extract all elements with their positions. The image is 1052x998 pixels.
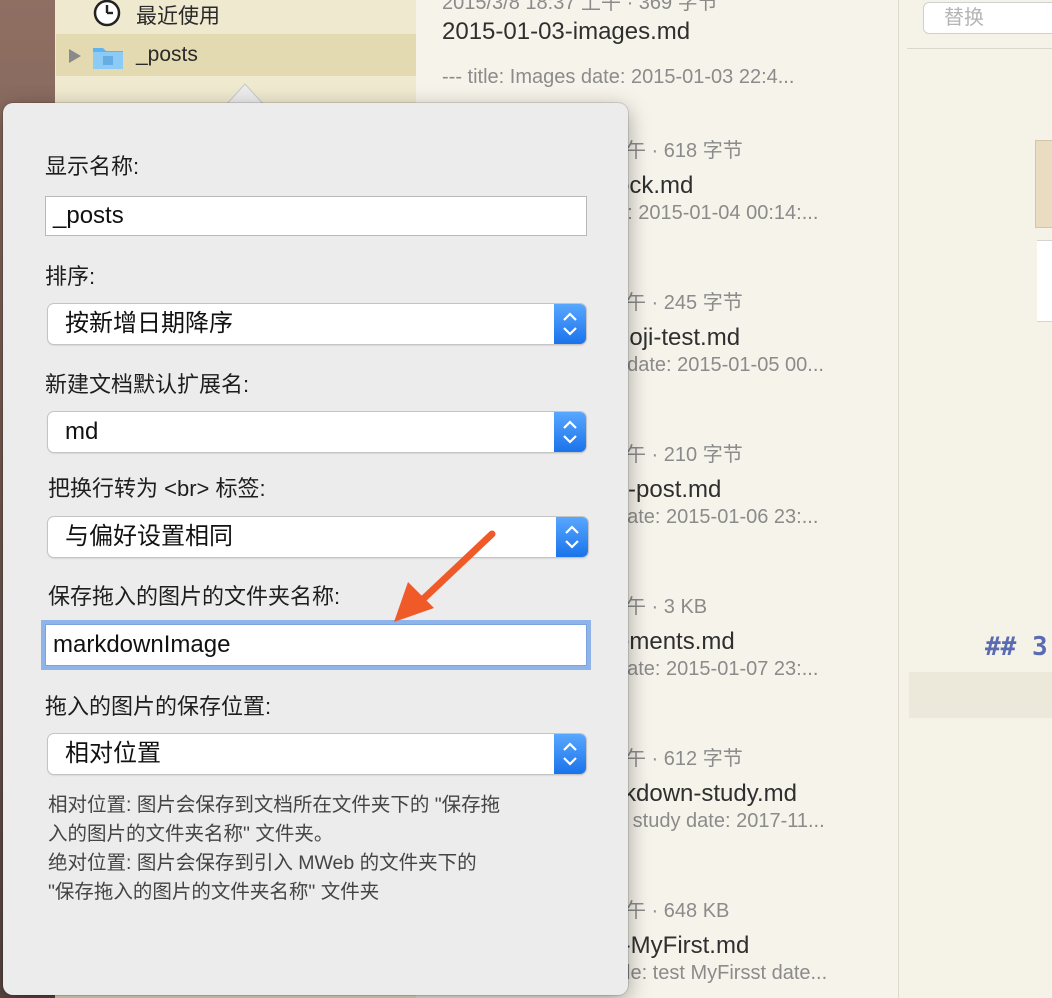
- file-item[interactable]: 午 · 612 字节 rkdown-study.md n study date:…: [616, 742, 898, 842]
- br-value: 与偏好设置相同: [65, 523, 233, 550]
- image-folder-label: 保存拖入的图片的文件夹名称:: [48, 584, 341, 609]
- file-title: k-post.md: [616, 476, 722, 503]
- stepper-icon: [554, 412, 586, 452]
- stepper-icon: [554, 304, 586, 344]
- file-meta: 2015/3/8 18:37 上午 · 369 字节: [442, 0, 718, 14]
- extension-label: 新建文档默认扩展名:: [45, 372, 250, 397]
- sidebar-item-label: _posts: [136, 43, 198, 66]
- display-name-label: 显示名称:: [45, 154, 140, 179]
- file-title: ements.md: [616, 628, 735, 655]
- file-item[interactable]: 午 · 3 KB ements.md date: 2015-01-07 23:.…: [616, 590, 898, 690]
- image-location-label: 拖入的图片的保存位置:: [45, 694, 272, 719]
- file-title: noji-test.md: [616, 324, 741, 351]
- stepper-icon: [554, 734, 586, 774]
- editor-table-fragment: [1037, 240, 1052, 322]
- help-line: 绝对位置: 图片会保存到引入 MWeb 的文件夹下的: [48, 852, 477, 874]
- folder-settings-popover: 显示名称: _posts 排序: 按新增日期降序 新建文档默认扩展名: md 把…: [3, 103, 628, 995]
- image-location-select[interactable]: 相对位置: [48, 734, 586, 774]
- sort-value: 按新增日期降序: [65, 310, 233, 337]
- help-line: "保存拖入的图片的文件夹名称" 文件夹: [48, 881, 380, 903]
- heading-fragment: ## 3: [985, 632, 1048, 662]
- extension-value: md: [65, 418, 99, 445]
- image-folder-input[interactable]: markdownImage: [45, 624, 587, 666]
- extension-select[interactable]: md: [48, 412, 586, 452]
- code-block-fragment: [909, 672, 1052, 718]
- sidebar-item-posts[interactable]: _posts: [56, 34, 416, 76]
- file-meta: 午 · 612 字节: [626, 748, 743, 770]
- file-title: rkdown-study.md: [616, 780, 797, 807]
- file-summary: --- title: Images date: 2015-01-03 22:4.…: [442, 66, 795, 88]
- file-summary: date: 2015-01-06 23:...: [616, 506, 819, 528]
- location-help-text: 相对位置: 图片会保存到文档所在文件夹下的 "保存拖 入的图片的文件夹名称" 文…: [48, 791, 500, 907]
- file-meta: 午 · 3 KB: [626, 596, 708, 618]
- help-line: 相对位置: 图片会保存到文档所在文件夹下的 "保存拖: [48, 794, 501, 816]
- file-meta: 午 · 618 字节: [626, 140, 743, 162]
- sidebar-item-recent[interactable]: 最近使用: [56, 0, 416, 32]
- file-title: t-MyFirst.md: [616, 932, 750, 959]
- file-summary: itle: test MyFirsst date...: [616, 962, 828, 984]
- file-meta: 午 · 648 KB: [626, 900, 730, 922]
- file-item[interactable]: 2015-01-03-images.md --- title: Images d…: [442, 16, 898, 88]
- file-item[interactable]: 午 · 245 字节 noji-test.md t date: 2015-01-…: [616, 286, 898, 386]
- sort-label: 排序:: [45, 264, 96, 289]
- replace-input[interactable]: 替换: [923, 2, 1052, 34]
- br-label: 把换行转为 <br> 标签:: [48, 476, 266, 501]
- file-item[interactable]: 午 · 618 字节 ock.md e: 2015-01-04 00:14:..…: [616, 134, 898, 234]
- file-item[interactable]: 午 · 210 字节 k-post.md date: 2015-01-06 23…: [616, 438, 898, 538]
- file-summary: n study date: 2017-11...: [616, 810, 825, 832]
- file-summary: e: 2015-01-04 00:14:...: [616, 202, 819, 224]
- toolbar-divider: [907, 48, 1052, 49]
- file-title: 2015-01-03-images.md: [442, 18, 691, 45]
- folder-icon: [93, 48, 123, 69]
- display-name-input[interactable]: _posts: [45, 196, 587, 236]
- file-summary: date: 2015-01-07 23:...: [616, 658, 819, 680]
- clock-icon: [93, 0, 121, 27]
- file-summary: t date: 2015-01-05 00...: [616, 354, 824, 376]
- image-location-value: 相对位置: [65, 740, 161, 767]
- disclosure-triangle-icon[interactable]: [68, 48, 82, 64]
- help-line: 入的图片的文件夹名称" 文件夹。: [48, 823, 334, 845]
- stepper-icon: [556, 517, 588, 557]
- sidebar-item-label: 最近使用: [136, 5, 220, 28]
- file-meta: 午 · 245 字节: [626, 292, 743, 314]
- annotation-arrow-icon: [394, 530, 496, 622]
- editor-table-fragment: [1035, 140, 1052, 228]
- file-item[interactable]: 午 · 648 KB t-MyFirst.md itle: test MyFir…: [616, 894, 898, 994]
- editor-pane: ## 3: [899, 0, 1052, 998]
- file-meta: 午 · 210 字节: [626, 444, 743, 466]
- sort-select[interactable]: 按新增日期降序: [48, 304, 586, 344]
